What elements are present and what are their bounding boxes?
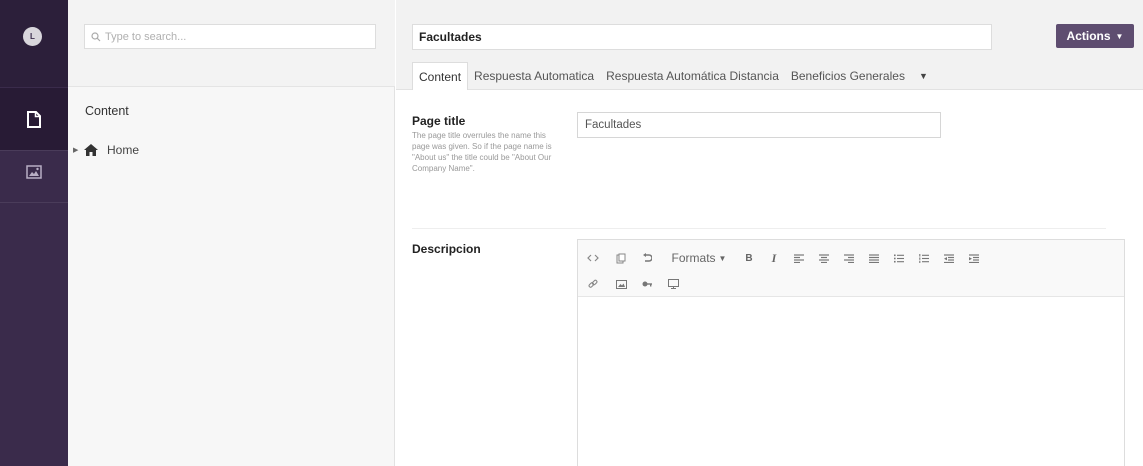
embed-icon[interactable] [664, 274, 682, 294]
search-box[interactable] [84, 24, 376, 49]
expand-caret-icon[interactable]: ▶ [73, 146, 83, 154]
search-icon [91, 31, 101, 41]
bullet-list-icon[interactable] [890, 248, 908, 268]
actions-button[interactable]: Actions ▼ [1056, 24, 1134, 48]
undo-icon[interactable] [638, 248, 656, 268]
document-icon [27, 110, 41, 128]
formats-dropdown[interactable]: Formats ▼ [664, 248, 734, 268]
macro-icon[interactable] [638, 274, 656, 294]
page-title-description: The page title overrules the name this p… [412, 131, 552, 173]
avatar[interactable]: L [23, 27, 42, 46]
rte-content-area[interactable] [578, 297, 1124, 466]
numbered-list-icon[interactable] [915, 248, 933, 268]
tree-item-label: Home [107, 143, 140, 157]
align-right-icon[interactable] [840, 248, 858, 268]
search-input[interactable] [105, 30, 365, 43]
outdent-icon[interactable] [940, 248, 958, 268]
tab-respuesta-automatica[interactable]: Respuesta Automatica [468, 62, 600, 90]
page-title-label: Page title [412, 114, 466, 128]
actions-label: Actions [1066, 29, 1111, 43]
section-media[interactable] [0, 141, 68, 203]
property-divider [412, 228, 1106, 229]
descripcion-label: Descripcion [412, 242, 481, 256]
editor-panel: Facultades Actions ▼ Content Respuesta A… [396, 0, 1143, 466]
tab-content[interactable]: Content [412, 62, 469, 90]
align-justify-icon[interactable] [865, 248, 883, 268]
image-icon[interactable] [612, 274, 630, 294]
align-left-icon[interactable] [790, 248, 808, 268]
tree-search-area [68, 0, 395, 87]
bold-button[interactable]: B [740, 248, 758, 268]
app-sidebar: L [0, 0, 68, 466]
chevron-down-icon: ▼ [718, 253, 727, 263]
formats-label: Formats [671, 251, 716, 265]
tab-respuesta-automatica-distancia[interactable]: Respuesta Automática Distancia [600, 62, 785, 90]
tab-beneficios-generales[interactable]: Beneficios Generales [785, 62, 911, 90]
indent-icon[interactable] [965, 248, 983, 268]
media-icon [26, 165, 42, 179]
node-name-input[interactable]: Facultades [412, 24, 992, 50]
divider [0, 202, 68, 203]
content-tree-panel: Content ▶ Home [68, 0, 395, 466]
tree-item-home[interactable]: ▶ Home [73, 140, 139, 160]
align-center-icon[interactable] [815, 248, 833, 268]
rich-text-editor[interactable]: Formats ▼ B I [577, 239, 1125, 466]
source-code-icon[interactable] [584, 248, 602, 268]
home-icon [84, 144, 98, 156]
chevron-down-icon: ▼ [1115, 31, 1124, 41]
tree-heading: Content [85, 104, 129, 118]
more-tabs-caret-icon[interactable]: ▼ [911, 62, 936, 90]
rte-toolbar: Formats ▼ B I [578, 240, 1124, 297]
page-title-input[interactable] [577, 112, 941, 138]
italic-button[interactable]: I [765, 248, 783, 268]
app-header: L [0, 0, 68, 87]
link-icon[interactable] [584, 274, 602, 294]
paste-icon[interactable] [612, 248, 630, 268]
tab-bar: Content Respuesta Automatica Respuesta A… [412, 62, 936, 90]
editor-header: Facultades Actions ▼ Content Respuesta A… [396, 0, 1143, 90]
